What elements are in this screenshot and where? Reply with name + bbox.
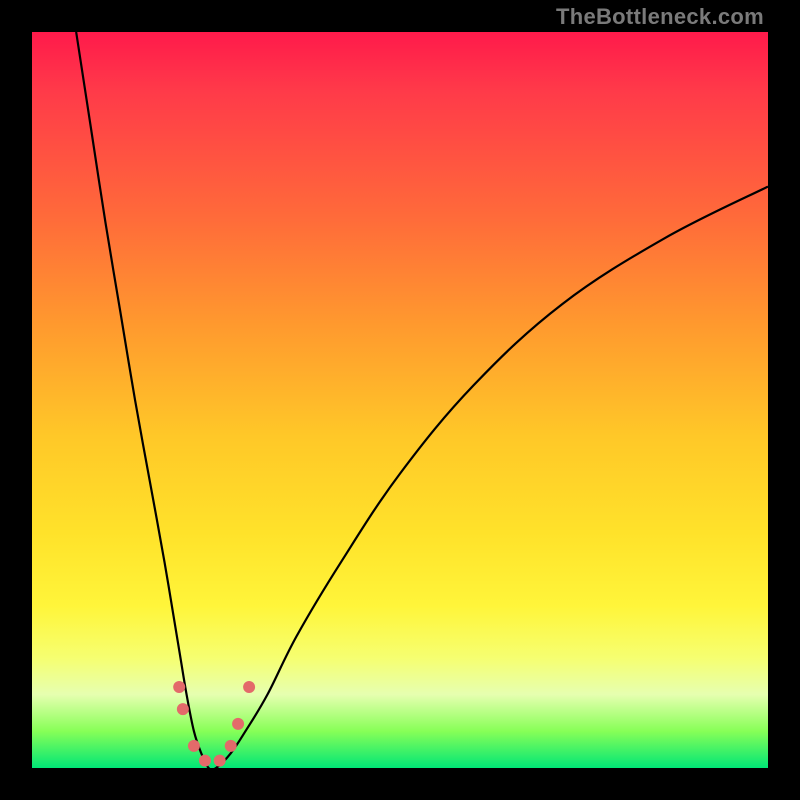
curve-marker	[243, 681, 255, 693]
curve-marker	[225, 740, 237, 752]
frame-border: TheBottleneck.com	[0, 0, 800, 800]
bottleneck-curve	[76, 32, 768, 770]
watermark-text: TheBottleneck.com	[556, 4, 764, 30]
curve-marker	[214, 755, 226, 767]
curve-marker	[232, 718, 244, 730]
curve-marker	[199, 755, 211, 767]
curve-marker	[188, 740, 200, 752]
chart-svg	[32, 32, 768, 768]
curve-layer	[76, 32, 768, 770]
curve-marker	[177, 703, 189, 715]
curve-marker	[173, 681, 185, 693]
